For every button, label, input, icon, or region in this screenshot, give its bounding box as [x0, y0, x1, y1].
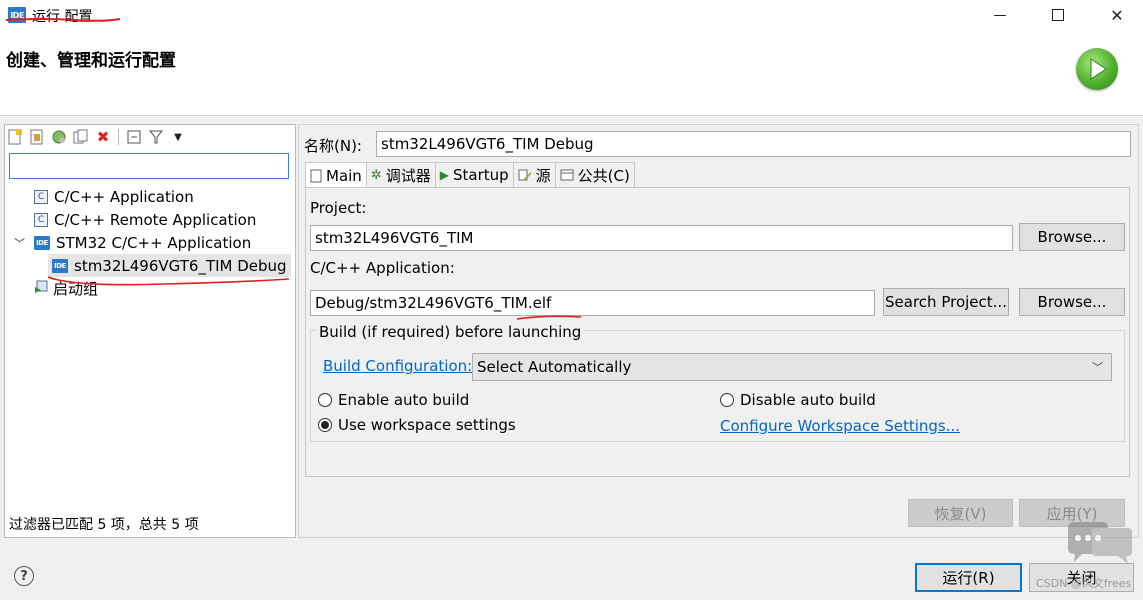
new-prototype-icon[interactable]: [28, 128, 46, 146]
tab-label: 调试器: [385, 166, 431, 185]
tab-source[interactable]: 源: [512, 162, 556, 187]
c-app-icon: C: [34, 189, 48, 204]
tab-startup[interactable]: ▶ Startup: [434, 162, 514, 187]
run-button[interactable]: 运行(R): [915, 563, 1022, 592]
debugger-icon: ✲: [370, 167, 382, 183]
page-title: 创建、管理和运行配置: [6, 51, 176, 71]
minimize-icon: [994, 14, 1006, 16]
enable-auto-build-radio[interactable]: Enable auto build: [318, 391, 469, 409]
project-browse-button[interactable]: Browse...: [1019, 223, 1125, 251]
name-field[interactable]: stm32L496VGT6_TIM Debug: [376, 131, 1131, 157]
filter-status-text: 过滤器已匹配 5 项，总共 5 项: [9, 517, 199, 533]
annotation-underline: [5, 18, 121, 22]
configure-workspace-settings-link[interactable]: Configure Workspace Settings...: [720, 417, 960, 435]
chat-bubble-icon: [1068, 522, 1132, 564]
tree-item-label: C/C++ Application: [54, 187, 194, 206]
radio-circle: [720, 393, 734, 407]
ide-icon: IDE: [34, 235, 50, 250]
close-window-button[interactable]: ✕: [1092, 0, 1142, 30]
radio-label: Use workspace settings: [338, 416, 516, 434]
name-field-value: stm32L496VGT6_TIM Debug: [381, 135, 594, 153]
application-label: C/C++ Application:: [310, 259, 455, 277]
new-configuration-icon[interactable]: [6, 128, 24, 146]
tree-item-c-application[interactable]: C C/C++ Application: [14, 185, 290, 208]
name-label: 名称(N):: [304, 137, 362, 155]
source-icon: [518, 169, 532, 181]
tab-debugger[interactable]: ✲ 调试器: [365, 162, 436, 187]
revert-button[interactable]: 恢复(V): [908, 499, 1013, 527]
view-menu-icon[interactable]: ▼: [169, 128, 187, 146]
maximize-icon: [1052, 9, 1064, 21]
build-group-title: Build (if required) before launching: [316, 323, 585, 341]
watermark-text: CSDN @风文frees: [1036, 577, 1132, 590]
tree-item-label: C/C++ Remote Application: [54, 210, 257, 229]
collapse-all-icon[interactable]: [125, 128, 143, 146]
help-icon[interactable]: ?: [14, 566, 34, 586]
tree-item-label: STM32 C/C++ Application: [56, 233, 252, 252]
radio-circle-checked: [318, 418, 332, 432]
tree-item-c-remote-application[interactable]: C C/C++ Remote Application: [14, 208, 290, 231]
radio-label: Enable auto build: [338, 391, 470, 409]
toolbar-separator: [118, 129, 119, 145]
disable-auto-build-radio[interactable]: Disable auto build: [720, 391, 876, 409]
project-field[interactable]: stm32L496VGT6_TIM: [310, 225, 1013, 251]
radio-label: Disable auto build: [740, 391, 876, 409]
startup-icon: ▶: [439, 168, 449, 182]
annotation-underline: [516, 315, 582, 320]
export-configuration-icon[interactable]: [50, 128, 68, 146]
tab-bar: Main ✲ 调试器 ▶ Startup 源 公共(C): [305, 162, 635, 188]
tab-main[interactable]: Main: [305, 162, 367, 188]
tab-label: Startup: [452, 166, 509, 184]
build-configuration-value: Select Automatically: [477, 358, 632, 376]
close-icon: ✕: [1110, 5, 1124, 25]
minimize-button[interactable]: [975, 0, 1025, 30]
delete-icon[interactable]: ✖: [94, 128, 112, 146]
dialog-header: 创建、管理和运行配置: [0, 30, 1143, 116]
application-browse-button[interactable]: Browse...: [1019, 288, 1125, 316]
build-configuration-link[interactable]: Build Configuration:: [323, 357, 472, 375]
tree-item-stm32-application[interactable]: ﹀ IDE STM32 C/C++ Application: [14, 231, 290, 254]
document-icon: [310, 169, 322, 182]
filter-input[interactable]: [9, 153, 289, 179]
project-field-value: stm32L496VGT6_TIM: [315, 229, 474, 247]
tab-label: 公共(C): [577, 166, 630, 185]
title-bar: IDE 运行 配置 ✕: [0, 0, 1143, 30]
filter-icon[interactable]: [147, 128, 165, 146]
radio-circle: [318, 393, 332, 407]
common-icon: [560, 169, 574, 181]
tab-label: 源: [535, 166, 551, 185]
tab-common[interactable]: 公共(C): [554, 162, 635, 187]
chevron-down-icon[interactable]: ﹀: [14, 235, 28, 251]
duplicate-icon[interactable]: [72, 128, 90, 146]
left-toolbar: ✖ ▼: [6, 127, 187, 147]
build-configuration-select[interactable]: Select Automatically ﹀: [472, 353, 1112, 381]
application-field-value: Debug/stm32L496VGT6_TIM.elf: [315, 294, 552, 312]
annotation-underline: [47, 276, 290, 286]
application-field[interactable]: Debug/stm32L496VGT6_TIM.elf: [310, 290, 875, 316]
use-workspace-settings-radio[interactable]: Use workspace settings: [318, 416, 516, 434]
search-project-button[interactable]: Search Project...: [883, 288, 1009, 316]
tab-label: Main: [326, 166, 362, 185]
project-label: Project:: [310, 199, 367, 217]
c-app-icon: C: [34, 212, 48, 227]
maximize-button[interactable]: [1033, 0, 1083, 30]
chevron-down-icon: ﹀: [1092, 361, 1103, 374]
run-icon: [1076, 48, 1118, 90]
